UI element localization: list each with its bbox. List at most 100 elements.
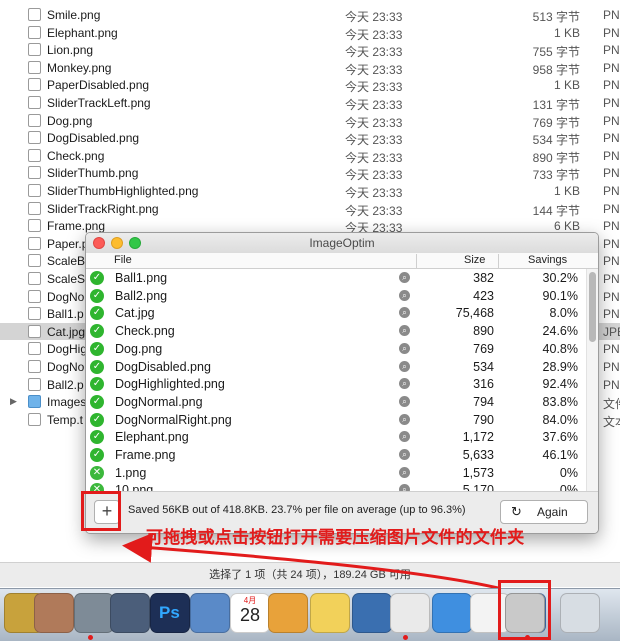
file-savings: 90.1% (542, 288, 578, 303)
trash-icon[interactable] (560, 593, 600, 633)
table-row[interactable]: ✓ DogDisabled.png ⌕ 534 28.9% (86, 358, 586, 376)
file-savings: 0% (559, 483, 578, 491)
checkmark-icon: ✓ (90, 359, 104, 374)
reveal-icon[interactable]: ⌕ (399, 413, 410, 425)
file-savings: 84.0% (542, 412, 578, 427)
calendar-icon[interactable]: 4月 28 (230, 593, 270, 633)
finder-row[interactable]: Elephant.png 今天 23:33 1 KB PN (0, 24, 620, 42)
reveal-icon[interactable]: ⌕ (399, 272, 410, 283)
scrollbar[interactable] (586, 269, 598, 491)
finder-file-size: 513 字节 (532, 10, 580, 24)
finder-row[interactable]: Monkey.png 今天 23:33 958 字节 PN (0, 59, 620, 77)
finder-file-size: 1 KB (553, 184, 580, 198)
running-indicator (403, 635, 408, 640)
finder-file-kind: PN (603, 60, 620, 75)
column-divider (498, 254, 499, 268)
finder-file-size: 1 KB (553, 25, 580, 40)
table-row[interactable]: ✕ 10.png ⌕ 5,170 0% (86, 481, 586, 491)
scrollbar-thumb[interactable] (589, 272, 596, 342)
table-row[interactable]: ✓ Check.png ⌕ 890 24.6% (86, 322, 586, 340)
reveal-icon[interactable]: ⌕ (399, 342, 410, 354)
file-name: Frame.png (115, 448, 176, 462)
table-row[interactable]: ✓ Frame.png ⌕ 5,633 46.1% (86, 446, 586, 464)
file-savings: 83.8% (542, 394, 578, 409)
checkmark-icon: ✓ (90, 377, 104, 392)
table-row[interactable]: ✓ Elephant.png ⌕ 1,172 37.6% (86, 428, 586, 446)
notes-icon[interactable] (310, 593, 350, 633)
table-row[interactable]: ✓ Cat.jpg ⌕ 75,468 8.0% (86, 304, 586, 322)
finder-file-kind: PN (603, 254, 620, 269)
whiteboard-icon[interactable] (390, 593, 430, 633)
dock-app-highlight (498, 580, 551, 640)
presentation-icon[interactable] (352, 593, 392, 633)
column-savings[interactable]: Savings (528, 254, 567, 266)
again-button[interactable]: ↻ Again (500, 500, 588, 524)
reveal-icon[interactable]: ⌕ (399, 395, 410, 407)
reveal-icon[interactable]: ⌕ (399, 289, 410, 301)
finder-row[interactable]: SliderThumbHighlighted.png 今天 23:33 1 KB PN (0, 182, 620, 200)
file-icon (28, 254, 41, 268)
file-savings: 24.6% (542, 324, 578, 339)
reveal-icon[interactable]: ⌕ (399, 484, 410, 491)
finder-row[interactable]: SliderTrackLeft.png 今天 23:33 131 字节 PN (0, 94, 620, 112)
finder-file-date: 今天 23:33 (345, 115, 403, 130)
window-titlebar[interactable]: ImageOptim (86, 233, 598, 254)
finder-file-date: 今天 23:33 (345, 203, 403, 218)
finder-file-kind: 文本 (603, 414, 620, 429)
finder-file-name: SliderThumbHighlighted.png (47, 184, 199, 198)
table-row[interactable]: ✓ Ball1.png ⌕ 382 30.2% (86, 269, 586, 287)
reveal-icon[interactable]: ⌕ (399, 307, 410, 319)
calendar-app-icon[interactable] (34, 593, 74, 633)
finder-row[interactable]: SliderThumb.png 今天 23:33 733 字节 PN (0, 164, 620, 182)
photoshop-icon[interactable]: Ps (150, 593, 190, 633)
keynote-icon[interactable] (268, 593, 308, 633)
reveal-icon[interactable]: ⌕ (399, 378, 410, 390)
finder-file-name: Cat.jpg (47, 324, 86, 339)
finder-row[interactable]: DogDisabled.png 今天 23:33 534 字节 PN (0, 129, 620, 147)
column-divider (416, 254, 417, 268)
finder-file-kind: PN (603, 148, 620, 163)
again-button-label: Again (537, 505, 568, 519)
finder-row[interactable]: PaperDisabled.png 今天 23:33 1 KB PN (0, 76, 620, 94)
file-name: Cat.jpg (115, 306, 155, 321)
finder-row[interactable]: Dog.png 今天 23:33 769 字节 PN (0, 112, 620, 130)
finder-file-name: Dog.png (47, 113, 93, 128)
finder-row[interactable]: Smile.png 今天 23:33 513 字节 PN (0, 6, 620, 24)
finder-row[interactable]: Check.png 今天 23:33 890 字节 PN (0, 147, 620, 165)
finder-file-name: DogHig (47, 342, 88, 357)
disclosure-triangle-icon[interactable]: ▶ (10, 396, 17, 407)
reveal-icon[interactable]: ⌕ (399, 360, 410, 372)
table-row[interactable]: ✓ DogNormal.png ⌕ 794 83.8% (86, 393, 586, 411)
table-row[interactable]: ✓ DogNormalRight.png ⌕ 790 84.0% (86, 411, 586, 429)
file-size: 1,573 (462, 465, 494, 480)
table-row[interactable]: ✕ 1.png ⌕ 1,573 0% (86, 464, 586, 482)
finder-file-name: DogNo (47, 360, 85, 374)
file-icon (28, 25, 41, 39)
finder-file-kind: PN (603, 166, 620, 181)
appstore-icon[interactable] (432, 593, 472, 633)
file-savings: 0% (559, 465, 578, 480)
refresh-icon: ↻ (511, 504, 522, 519)
file-savings: 46.1% (542, 448, 578, 462)
finder-row[interactable]: SliderTrackRight.png 今天 23:33 144 字节 PN (0, 200, 620, 218)
column-size[interactable]: Size (464, 254, 485, 266)
file-size: 790 (473, 412, 494, 427)
reveal-icon[interactable]: ⌕ (399, 466, 410, 478)
file-icon (28, 60, 41, 74)
table-row[interactable]: ✓ DogHighlighted.png ⌕ 316 92.4% (86, 375, 586, 393)
server-icon[interactable] (74, 593, 114, 633)
column-file[interactable]: File (114, 254, 132, 266)
table-row[interactable]: ✓ Ball2.png ⌕ 423 90.1% (86, 287, 586, 305)
database-icon[interactable] (110, 593, 150, 633)
finder-file-name: Paper.p (47, 236, 89, 251)
checkmark-icon: ✓ (90, 324, 104, 339)
finder-file-kind: PN (603, 96, 620, 110)
reveal-icon[interactable]: ⌕ (399, 325, 410, 337)
reveal-icon[interactable]: ⌕ (399, 449, 410, 460)
finder-row[interactable]: Lion.png 今天 23:33 755 字节 PN (0, 41, 620, 59)
finder-file-date: 今天 23:33 (345, 168, 403, 183)
reveal-icon[interactable]: ⌕ (399, 431, 410, 443)
preview-icon[interactable] (190, 593, 230, 633)
table-row[interactable]: ✓ Dog.png ⌕ 769 40.8% (86, 340, 586, 358)
checkmark-icon: ✓ (90, 448, 104, 462)
